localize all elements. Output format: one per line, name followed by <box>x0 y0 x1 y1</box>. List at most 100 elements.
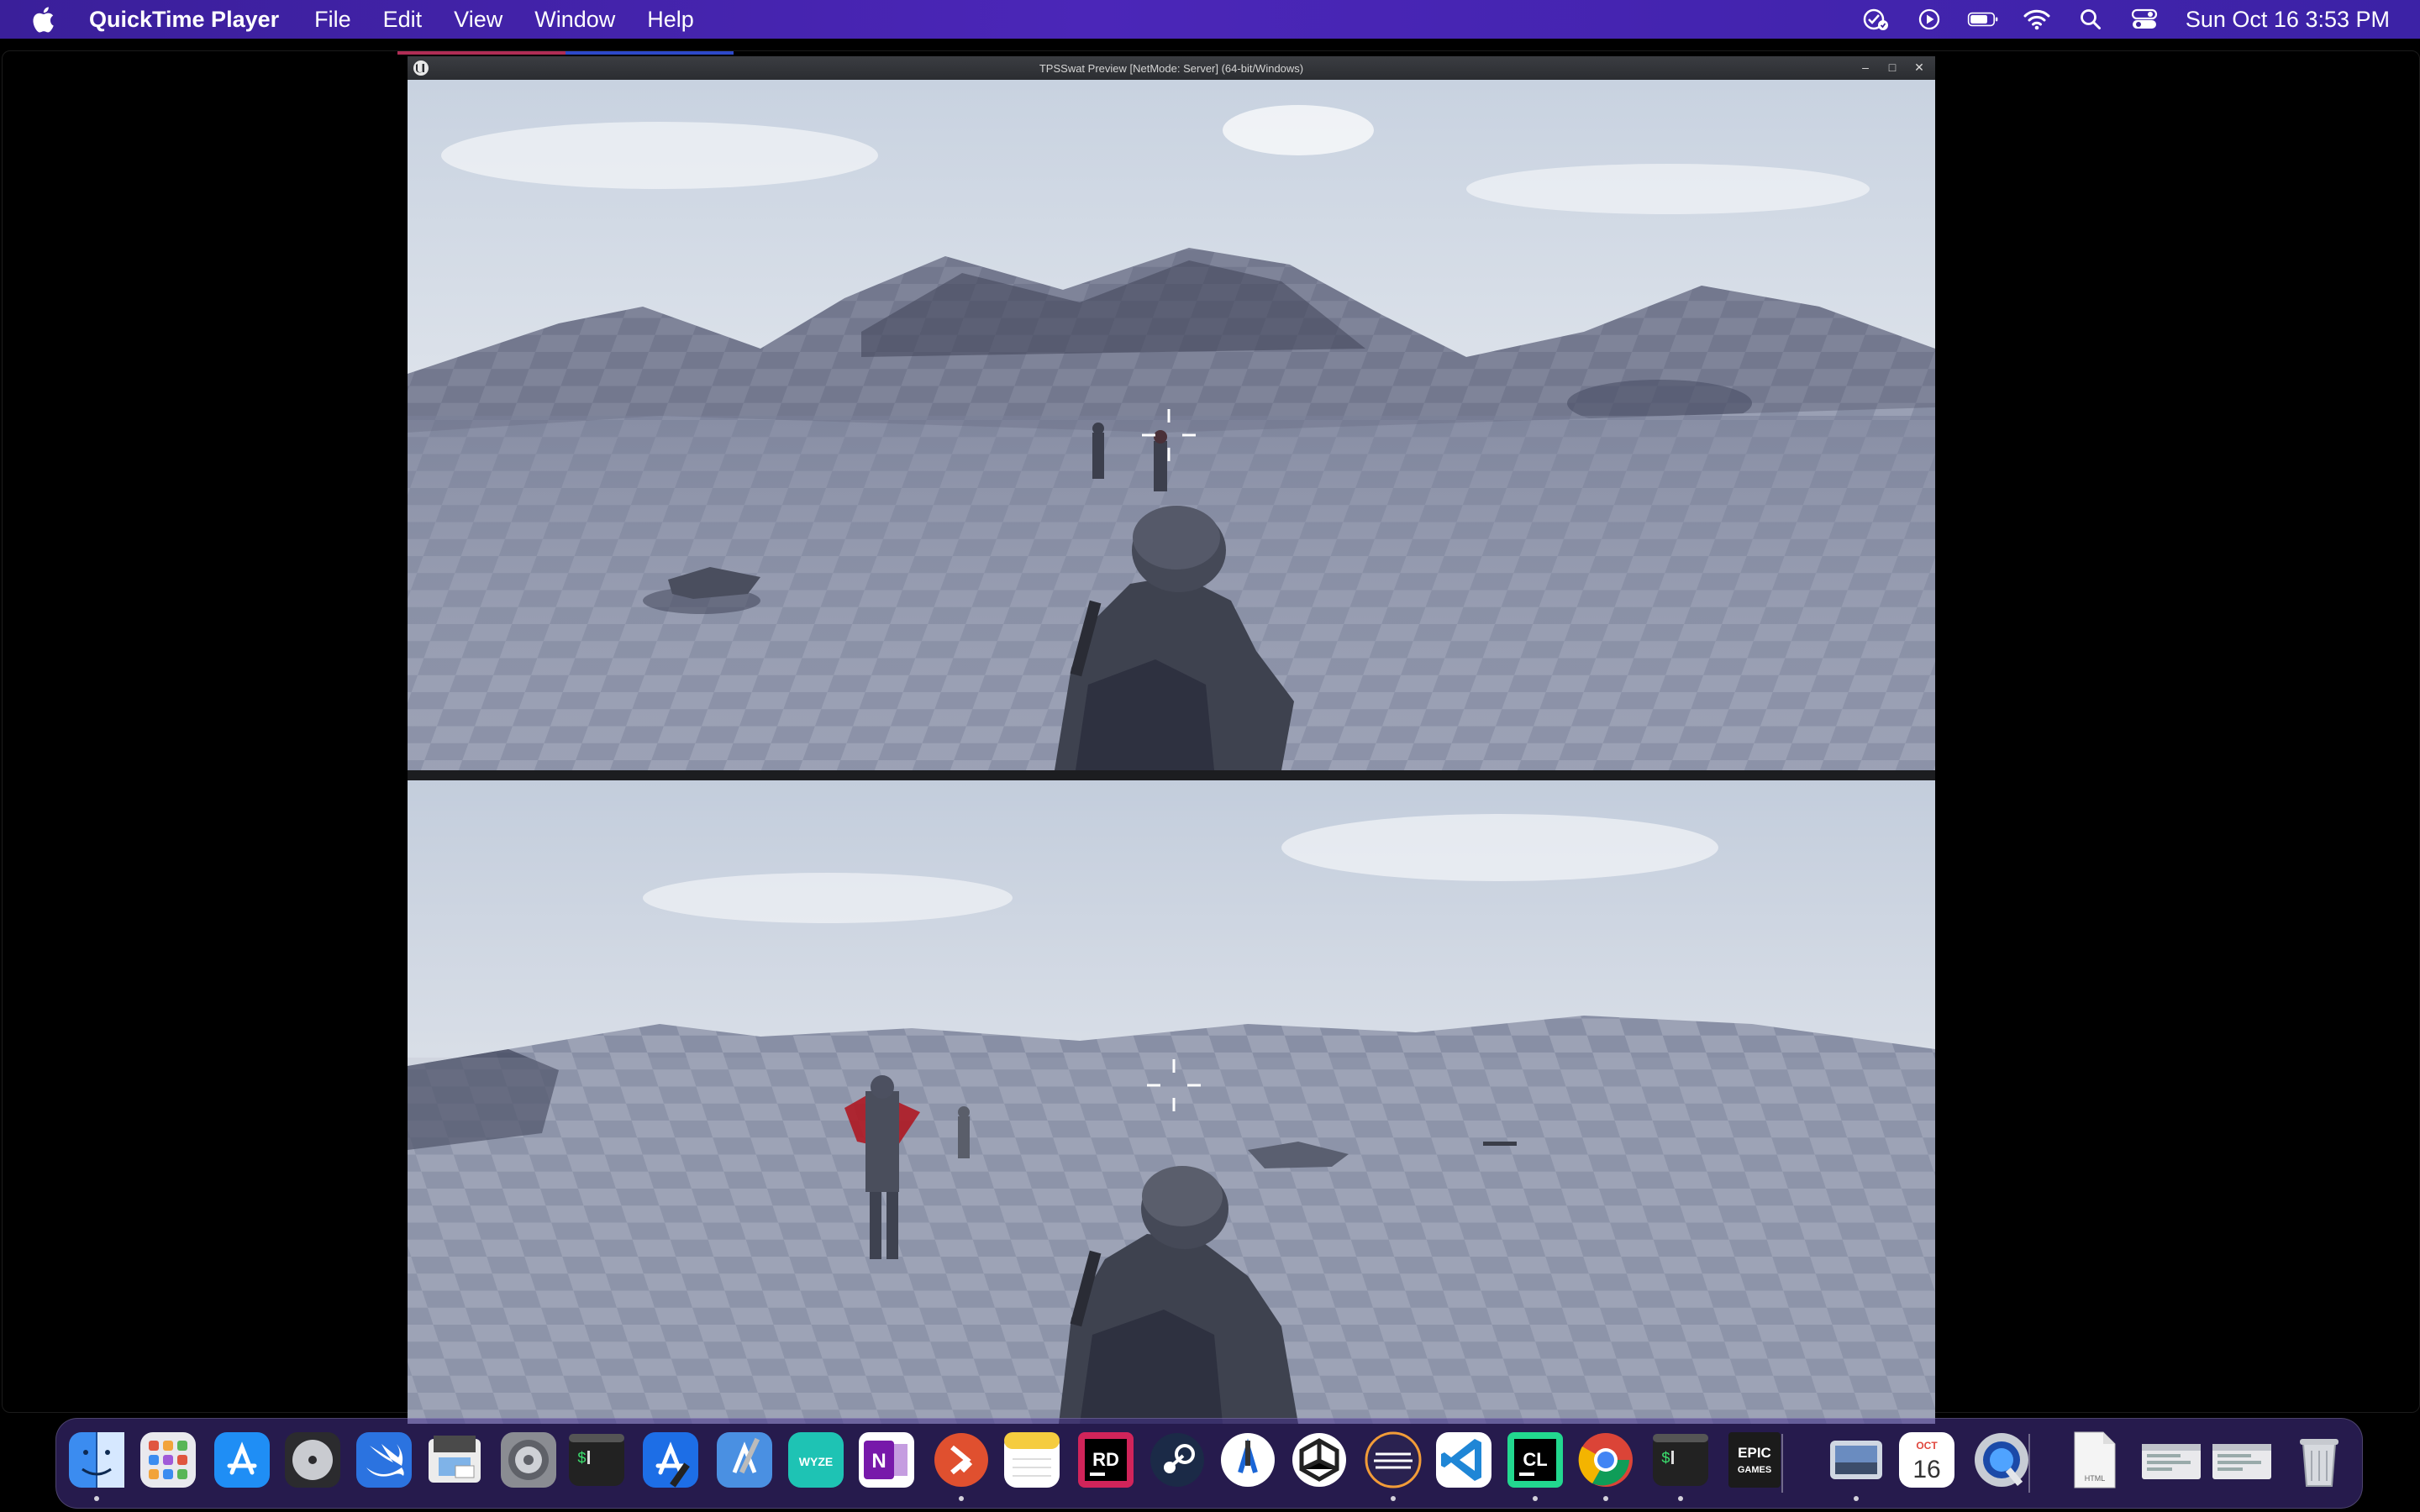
dock-item-window-preview-1[interactable] <box>2140 1429 2202 1491</box>
menu-bar: QuickTime Player File Edit View Window H… <box>0 0 2420 39</box>
xcode-alt-icon <box>717 1432 772 1488</box>
close-icon[interactable]: ✕ <box>1910 60 1928 75</box>
dock-item-quicktime[interactable] <box>1970 1429 2033 1491</box>
quicktime-icon <box>1975 1433 2028 1487</box>
game-titlebar[interactable]: TPSSwat Preview [NetMode: Server] (64-bi… <box>408 56 1935 80</box>
dock-item-preview[interactable] <box>424 1429 486 1491</box>
dock-item-epic-games[interactable]: EPIC GAMES <box>1723 1429 1786 1491</box>
dock-item-calendar[interactable]: OCT 16 <box>1896 1429 1958 1491</box>
dock-item-swift-playgrounds[interactable] <box>353 1429 415 1491</box>
dock-item-terminal-2[interactable]: $ <box>1649 1429 1712 1501</box>
app-name-menu[interactable]: QuickTime Player <box>89 7 279 33</box>
progress-segment-buffered <box>566 51 734 55</box>
unreal-engine-icon <box>413 60 429 76</box>
svg-text:RD: RD <box>1092 1449 1119 1470</box>
minimize-icon[interactable]: – <box>1856 60 1875 75</box>
dock-separator <box>1781 1434 1783 1493</box>
dock-running-indicator <box>1678 1496 1683 1501</box>
dock-item-disk-utility[interactable] <box>281 1429 344 1491</box>
dock-item-preview-images[interactable] <box>1825 1429 1887 1501</box>
swift-icon <box>356 1432 412 1488</box>
onenote-icon: N <box>859 1432 914 1488</box>
xcode-icon <box>643 1432 698 1488</box>
dock-item-notes[interactable] <box>1001 1429 1063 1491</box>
vscode-icon <box>1436 1432 1491 1488</box>
dock-running-indicator <box>1854 1496 1859 1501</box>
client-viewport[interactable] <box>408 780 1935 1424</box>
dock-item-remote-desktop[interactable] <box>930 1429 992 1501</box>
quicktime-progress-bar[interactable] <box>3 51 2419 55</box>
dock-item-xcode-instruments[interactable] <box>713 1429 776 1491</box>
search-icon[interactable] <box>2075 7 2107 32</box>
steam-icon <box>1150 1433 1204 1487</box>
viewport-divider <box>408 770 1935 780</box>
svg-text:$: $ <box>1661 1451 1670 1467</box>
dock-item-launchpad[interactable] <box>137 1429 199 1491</box>
unity-icon <box>1292 1433 1346 1487</box>
svg-text:$: $ <box>577 1451 587 1467</box>
svg-text:GAMES: GAMES <box>1738 1465 1771 1475</box>
dock-item-xcode[interactable] <box>639 1429 702 1491</box>
svg-text:HTML: HTML <box>2085 1474 2106 1483</box>
game-window: TPSSwat Preview [NetMode: Server] (64-bi… <box>408 56 1935 1424</box>
photos-preview-icon <box>1830 1441 1882 1479</box>
rider-icon: RD <box>1078 1432 1134 1488</box>
notes-icon <box>1004 1432 1060 1488</box>
terminal-icon: $ <box>569 1434 624 1486</box>
play-circle-icon[interactable] <box>1913 7 1945 32</box>
dock-item-trash[interactable] <box>2288 1429 2350 1491</box>
instruments-icon <box>1221 1433 1275 1487</box>
maximize-icon[interactable]: □ <box>1883 60 1902 75</box>
menu-edit[interactable]: Edit <box>383 7 423 33</box>
chrome-icon <box>1578 1433 1633 1487</box>
menu-window[interactable]: Window <box>534 7 615 33</box>
remote-desktop-icon <box>934 1433 988 1487</box>
dock-running-indicator <box>94 1496 99 1501</box>
control-center-icon[interactable] <box>2128 7 2160 32</box>
wyze-icon: WYZE <box>788 1432 844 1488</box>
server-viewport[interactable] <box>408 80 1935 770</box>
svg-text:CL: CL <box>1523 1449 1547 1470</box>
app-store-icon <box>214 1432 270 1488</box>
dock-item-setapp[interactable] <box>1362 1429 1424 1501</box>
dock-item-rider[interactable]: RD <box>1075 1429 1137 1491</box>
svg-text:WYZE: WYZE <box>799 1455 833 1468</box>
dock-item-visual-studio-code[interactable] <box>1433 1429 1495 1491</box>
dock-item-instruments[interactable] <box>1217 1429 1279 1491</box>
window-thumb-icon <box>2212 1444 2271 1479</box>
svg-text:OCT: OCT <box>1916 1440 1938 1452</box>
menu-file[interactable]: File <box>314 7 351 33</box>
dock-item-clion[interactable]: CL <box>1504 1429 1566 1501</box>
dock-item-window-preview-2[interactable] <box>2211 1429 2273 1491</box>
dock-separator <box>2028 1434 2030 1493</box>
dock-item-chrome[interactable] <box>1575 1429 1637 1501</box>
battery-icon[interactable] <box>1967 7 1999 32</box>
dock-item-terminal[interactable]: $ <box>566 1429 628 1491</box>
dock-running-indicator <box>959 1496 964 1501</box>
disk-utility-icon <box>285 1432 340 1488</box>
apple-icon[interactable] <box>30 5 55 34</box>
dock-item-app-store[interactable] <box>211 1429 273 1491</box>
dock-running-indicator <box>1391 1496 1396 1501</box>
calendar-icon: OCT 16 <box>1899 1432 1954 1488</box>
terminal-icon: $ <box>1653 1434 1708 1486</box>
menubar-clock[interactable]: Sun Oct 16 3:53 PM <box>2186 7 2390 33</box>
html-file-icon: HTML <box>2074 1431 2116 1488</box>
dock-running-indicator <box>1603 1496 1608 1501</box>
dock-item-onenote[interactable]: N <box>855 1429 918 1491</box>
window-thumb-icon <box>2142 1444 2201 1479</box>
wifi-icon[interactable] <box>2021 7 2053 32</box>
menu-view[interactable]: View <box>454 7 502 33</box>
checklist-icon[interactable] <box>1860 7 1891 32</box>
dock-item-wyze[interactable]: WYZE <box>785 1429 847 1491</box>
dock-item-finder[interactable] <box>66 1429 128 1501</box>
dock-item-steam[interactable] <box>1146 1429 1208 1491</box>
game-window-title: TPSSwat Preview [NetMode: Server] (64-bi… <box>1039 61 1304 75</box>
dock-item-html-document[interactable]: HTML <box>2063 1429 2125 1491</box>
dock-item-unity[interactable] <box>1288 1429 1350 1491</box>
dock-running-indicator <box>1533 1496 1538 1501</box>
dock-item-system-preferences[interactable] <box>497 1429 560 1491</box>
menu-help[interactable]: Help <box>647 7 694 33</box>
setapp-icon <box>1365 1431 1422 1488</box>
preview-icon <box>429 1436 481 1483</box>
